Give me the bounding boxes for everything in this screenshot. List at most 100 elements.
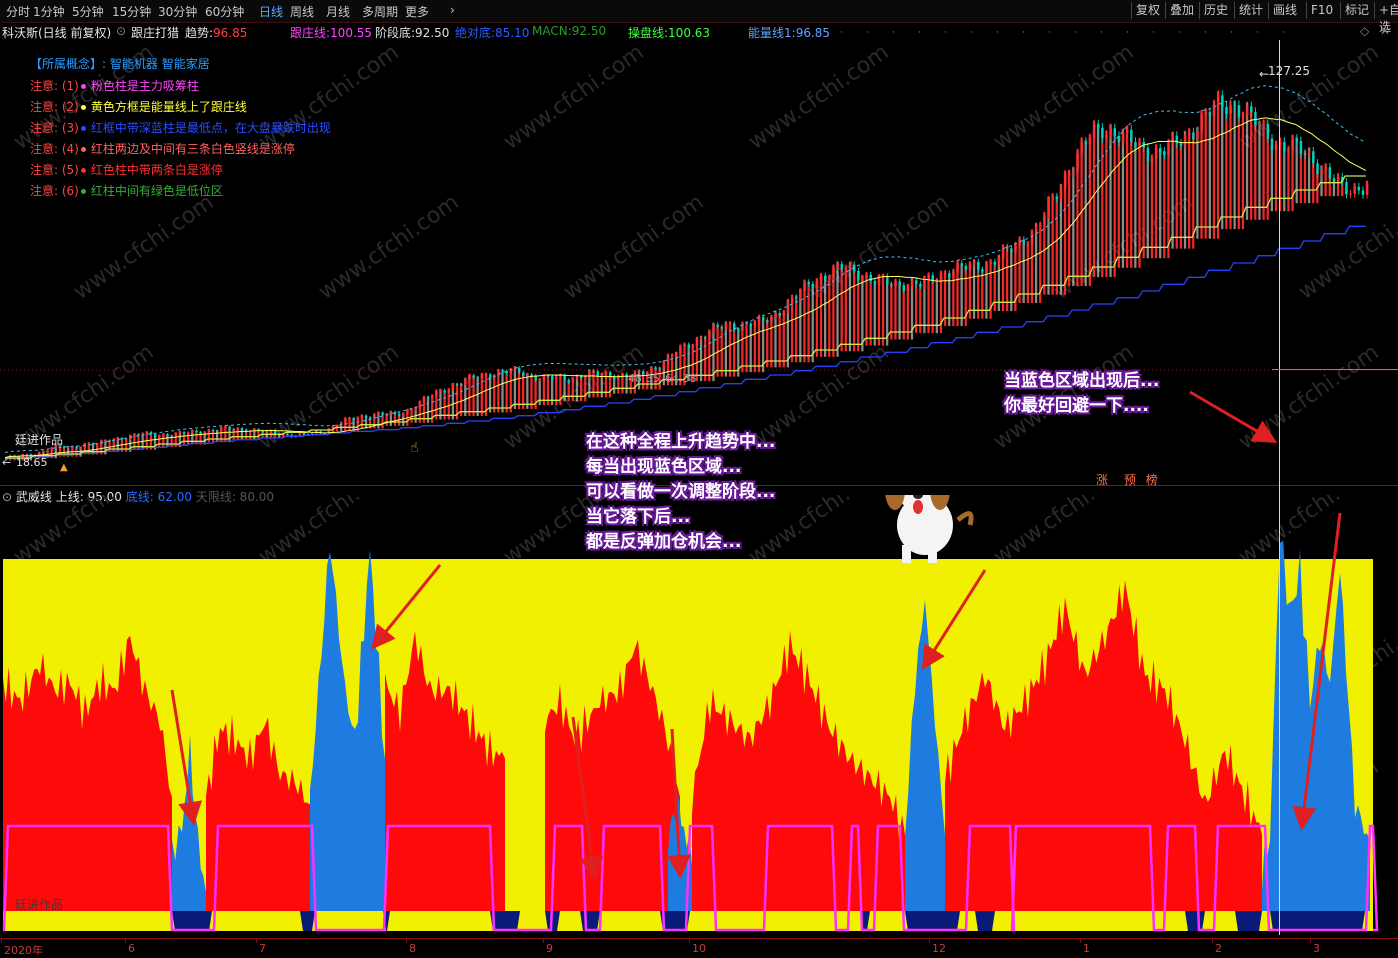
candle-body <box>720 326 724 329</box>
candle-body <box>501 370 504 372</box>
candle-body <box>1216 95 1220 105</box>
candle-body <box>1092 124 1096 139</box>
candle-body <box>927 275 930 279</box>
candle-body <box>654 367 657 369</box>
period-tab-2[interactable]: 5分钟 <box>72 3 104 20</box>
candle-body <box>1039 225 1042 227</box>
period-tab-7[interactable]: 周线 <box>290 3 314 20</box>
period-tab-4[interactable]: 30分钟 <box>158 3 197 20</box>
price-high-label: 127.25 <box>1268 64 1310 78</box>
price-bar <box>857 277 860 352</box>
candle-body <box>1034 226 1038 233</box>
x-axis-label: 10 <box>692 942 706 955</box>
crosshair-line[interactable] <box>1279 40 1280 935</box>
dog-ear-left <box>885 495 905 510</box>
candle-body <box>956 263 959 272</box>
price-bar <box>1221 102 1224 230</box>
tool-button-0[interactable]: 复权 <box>1131 2 1164 19</box>
candle-body <box>745 323 748 325</box>
price-bar <box>960 263 963 327</box>
price-bar <box>1233 101 1236 230</box>
tag-rise[interactable]: 涨 <box>1096 473 1108 487</box>
x-axis-label: 8 <box>409 942 416 955</box>
indicator-value-2: 阶段底:92.50 <box>375 26 450 40</box>
candle-body <box>584 376 587 379</box>
watermark-text: www.cfchi.com <box>989 495 1138 570</box>
candle-body <box>356 417 360 420</box>
candle-body <box>749 323 753 327</box>
price-bar <box>898 282 901 340</box>
candle-body <box>1262 123 1265 126</box>
candle-body <box>571 378 575 383</box>
candle-body <box>191 430 194 433</box>
close-icon[interactable]: ✕ <box>1380 24 1390 38</box>
dog-leg <box>902 545 911 563</box>
price-bar <box>1138 138 1141 268</box>
candle-body <box>240 428 244 430</box>
tag-forecast[interactable]: 预 <box>1124 473 1136 487</box>
tag-rank[interactable]: 榜 <box>1146 473 1158 487</box>
tool-button-2[interactable]: 历史 <box>1199 2 1232 19</box>
price-bar <box>981 268 984 319</box>
tool-button-7[interactable]: +自选 <box>1374 2 1398 34</box>
candle-body <box>211 429 215 431</box>
candle-body <box>1105 134 1108 138</box>
period-tab-9[interactable]: 多周期 <box>362 3 398 20</box>
period-tab-0[interactable]: 分时 <box>6 3 30 20</box>
period-tab-5[interactable]: 60分钟 <box>205 3 244 20</box>
candle-body <box>960 263 963 266</box>
candle-body <box>286 433 289 435</box>
candle-body <box>596 371 599 376</box>
tool-button-6[interactable]: 标记 <box>1340 2 1373 19</box>
period-tab-8[interactable]: 月线 <box>326 3 350 20</box>
candle-body <box>1121 132 1125 143</box>
period-tab-1[interactable]: 1分钟 <box>33 3 65 20</box>
candle-body <box>608 372 612 376</box>
candle-body <box>811 283 815 288</box>
x-axis-tick <box>543 938 544 943</box>
settings-diamond-icon[interactable]: ◇ <box>1360 24 1369 38</box>
more-chevron-icon[interactable]: › <box>450 3 455 17</box>
x-axis-label: 12 <box>932 942 946 955</box>
x-axis-label: 2 <box>1215 942 1222 955</box>
watermark-text: www.cfchi.com <box>1294 190 1398 305</box>
price-bar <box>778 313 781 368</box>
period-tab-6[interactable]: 日线 <box>259 3 283 20</box>
annotation-line: 每当出现蓝色区域... <box>586 457 742 477</box>
candle-body <box>910 280 914 287</box>
price-bar <box>848 262 852 352</box>
price-bar <box>749 324 752 373</box>
candle-body <box>435 390 438 396</box>
tick-dot: · <box>944 28 947 38</box>
tool-button-3[interactable]: 统计 <box>1234 2 1267 19</box>
candle-body <box>1320 169 1323 175</box>
candle-body <box>162 434 165 436</box>
candle-body <box>348 418 351 420</box>
candle-body <box>968 264 972 270</box>
candle-body <box>1266 123 1270 139</box>
period-tab-3[interactable]: 15分钟 <box>112 3 151 20</box>
tool-button-1[interactable]: 叠加 <box>1165 2 1198 19</box>
tick-dot: · <box>1204 28 1207 38</box>
candle-body <box>364 415 368 418</box>
candle-body <box>1130 129 1133 142</box>
candle-body <box>989 261 992 264</box>
tick-dot: · <box>1048 28 1051 38</box>
tool-button-5[interactable]: F10 <box>1306 2 1337 19</box>
mid-label-2: 64.38 <box>665 372 697 385</box>
x-axis-tick <box>1080 938 1081 943</box>
candle-body <box>46 450 49 452</box>
tool-button-4[interactable]: 画线 <box>1268 2 1301 19</box>
tick-dot: · <box>866 28 869 38</box>
candle-body <box>50 447 53 451</box>
candle-body <box>1171 135 1174 144</box>
candle-body <box>861 277 864 280</box>
candle-body <box>1312 151 1315 164</box>
period-tab-10[interactable]: 更多 <box>405 3 429 20</box>
candle-body <box>1349 193 1352 195</box>
indicator-name[interactable]: 跟庄打猎 <box>131 24 179 41</box>
candle-body <box>567 379 571 383</box>
candle-body <box>526 374 529 376</box>
indicator-dropdown-icon[interactable]: ⊙ <box>116 24 126 38</box>
x-axis-label: 9 <box>546 942 553 955</box>
